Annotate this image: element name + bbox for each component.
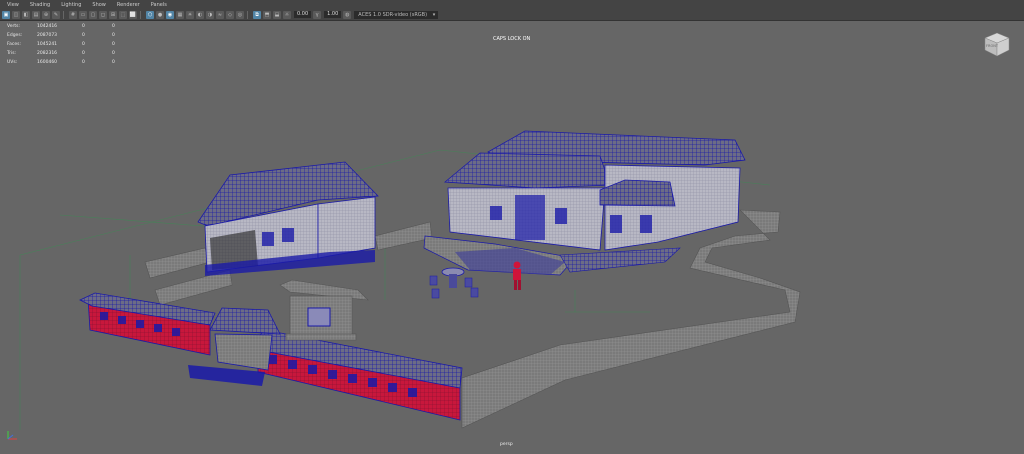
camera-name-label: persp: [500, 442, 513, 447]
viewport-toolbar: ▣ ◫ ◧ ▤ ⊕ ✎ # ▭ ▢ ◻ ⊞ ⬚ ⬜ ⬡ ● ◉ ▦ ☀ ◐ ◑ …: [0, 9, 1024, 21]
camera-select-icon[interactable]: ▣: [2, 10, 10, 19]
toolbar-divider: [140, 10, 141, 19]
lights-icon[interactable]: ☀: [186, 10, 194, 19]
2d-pan-zoom-icon[interactable]: ⊕: [42, 10, 50, 19]
color-management-icon[interactable]: ◍: [343, 10, 352, 19]
film-gate-icon[interactable]: ▭: [79, 10, 87, 19]
menu-shading[interactable]: Shading: [30, 2, 50, 8]
isolate-select-icon[interactable]: ⧉: [253, 10, 261, 19]
axis-gizmo: [4, 428, 20, 447]
shadows-icon[interactable]: ◐: [196, 10, 204, 19]
toolbar-divider: [247, 10, 248, 19]
menu-panels[interactable]: Panels: [151, 2, 167, 8]
safe-action-icon[interactable]: ⬚: [119, 10, 127, 19]
3d-viewport-scene[interactable]: [0, 21, 1024, 454]
motion-blur-icon[interactable]: ≈: [216, 10, 224, 19]
menu-renderer[interactable]: Renderer: [117, 2, 140, 8]
main-hall: [423, 130, 746, 276]
view-transform-value: ACES 1.0 SDR-video (sRGB): [358, 11, 428, 18]
image-plane-icon[interactable]: ▤: [32, 10, 40, 19]
viewcube-face-label: FRONT: [986, 44, 999, 48]
toolbar-divider: [63, 10, 64, 19]
bookmark-icon[interactable]: ◧: [22, 10, 30, 19]
multisample-aa-icon[interactable]: ◇: [226, 10, 234, 19]
sign-board: [279, 279, 369, 341]
left-house: [197, 161, 379, 276]
xray-joints-icon[interactable]: ⬓: [273, 10, 281, 19]
wireframe-icon[interactable]: ⬡: [146, 10, 154, 19]
wireframe-on-shaded-icon[interactable]: ◉: [166, 10, 174, 19]
courtyard-props: [429, 267, 479, 299]
depth-of-field-icon[interactable]: ◎: [236, 10, 244, 19]
exposure-field[interactable]: 0.00: [294, 11, 312, 18]
xray-icon[interactable]: ⬒: [263, 10, 271, 19]
gate-mask-icon[interactable]: ◻: [99, 10, 107, 19]
chevron-down-icon: ▾: [432, 11, 436, 18]
menu-lighting[interactable]: Lighting: [61, 2, 81, 8]
caps-lock-indicator: CAPS LOCK ON: [493, 36, 531, 42]
viewcube-icon[interactable]: FRONT: [982, 30, 1012, 58]
field-chart-icon[interactable]: ⊞: [109, 10, 117, 19]
character-figure: [513, 261, 521, 290]
resolution-gate-icon[interactable]: ▢: [89, 10, 97, 19]
gamma-field[interactable]: 1.00: [324, 11, 342, 18]
grid-icon[interactable]: #: [69, 10, 77, 19]
gamma-icon[interactable]: γ: [313, 10, 322, 19]
ambient-occlusion-icon[interactable]: ◑: [206, 10, 214, 19]
view-transform-dropdown[interactable]: ACES 1.0 SDR-video (sRGB) ▾: [354, 10, 439, 19]
viewcube[interactable]: FRONT: [982, 30, 1012, 58]
front-wall: [79, 292, 463, 421]
textured-icon[interactable]: ▦: [176, 10, 184, 19]
exposure-icon[interactable]: ☼: [283, 10, 291, 19]
menu-view[interactable]: View: [7, 2, 19, 8]
axis-gizmo-icon: [7, 431, 17, 440]
camera-attributes-icon[interactable]: ◫: [12, 10, 20, 19]
grease-pencil-icon[interactable]: ✎: [52, 10, 60, 19]
smooth-shade-icon[interactable]: ●: [156, 10, 164, 19]
safe-title-icon[interactable]: ⬜: [129, 10, 137, 19]
viewport-menubar: View Shading Lighting Show Renderer Pane…: [0, 0, 1024, 9]
menu-show[interactable]: Show: [92, 2, 106, 8]
